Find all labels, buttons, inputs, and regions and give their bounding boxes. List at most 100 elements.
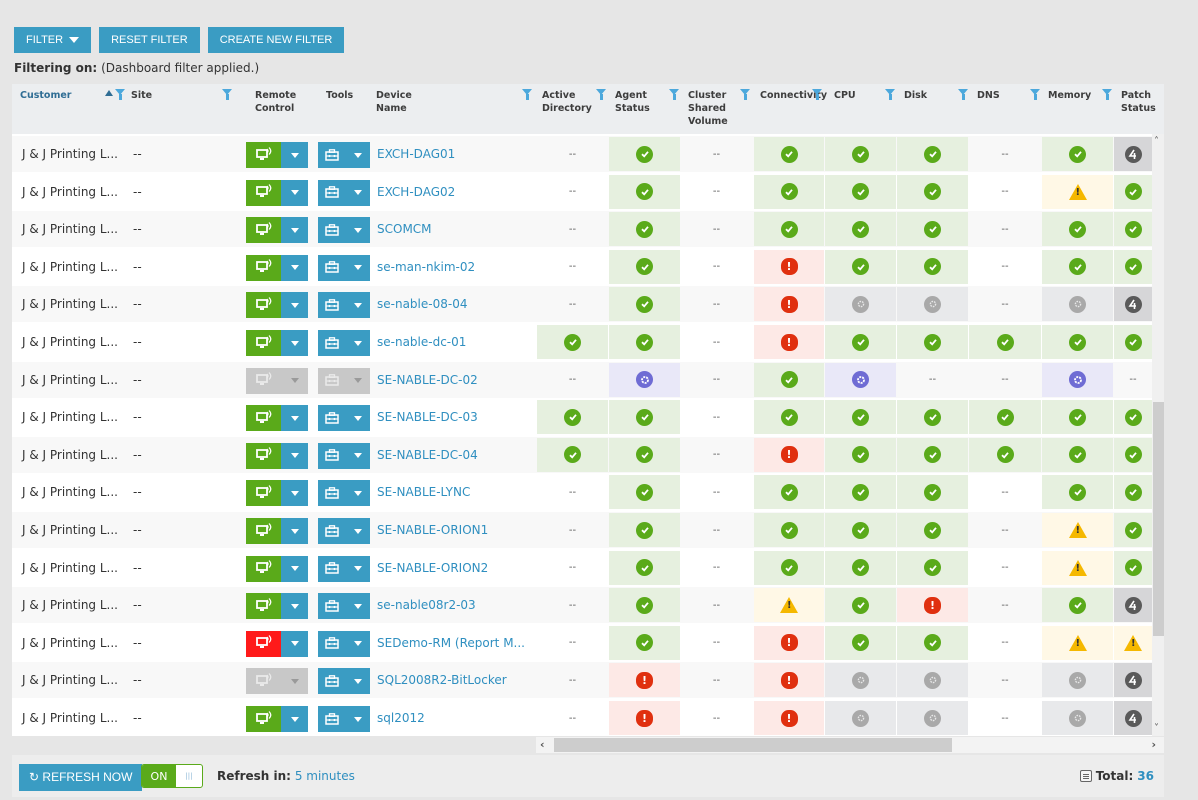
remote-control-button[interactable] bbox=[246, 593, 281, 620]
status-cell-patch-status[interactable] bbox=[1114, 174, 1152, 209]
status-cell-connectivity[interactable]: ! bbox=[754, 437, 824, 472]
create-new-filter-button[interactable]: CREATE NEW FILTER bbox=[207, 27, 345, 53]
status-cell-memory[interactable] bbox=[1042, 325, 1113, 359]
status-cell-disk[interactable]: -- bbox=[897, 363, 968, 397]
device-name-link[interactable]: se-nable-dc-01 bbox=[377, 335, 466, 349]
status-cell-dns[interactable]: -- bbox=[969, 363, 1041, 397]
remote-control-button[interactable] bbox=[246, 630, 281, 657]
status-cell-dns[interactable]: -- bbox=[969, 250, 1041, 284]
status-cell-cluster-shared-volume[interactable]: -- bbox=[681, 663, 752, 697]
status-cell-connectivity[interactable]: ! bbox=[754, 663, 824, 698]
device-name-link[interactable]: SE-NABLE-DC-03 bbox=[377, 410, 478, 424]
status-cell-agent-status[interactable] bbox=[609, 325, 680, 359]
status-cell-dns[interactable]: -- bbox=[969, 287, 1041, 321]
status-cell-memory[interactable] bbox=[1042, 588, 1113, 623]
tools-dropdown[interactable] bbox=[346, 706, 370, 732]
status-cell-disk[interactable] bbox=[897, 550, 968, 585]
device-name-link[interactable]: SE-NABLE-ORION2 bbox=[377, 561, 488, 575]
tools-dropdown[interactable] bbox=[346, 368, 370, 394]
status-cell-cpu[interactable] bbox=[825, 475, 896, 510]
status-cell-memory[interactable]: ! bbox=[1042, 174, 1113, 209]
status-cell-connectivity[interactable] bbox=[754, 362, 824, 397]
filter-funnel-icon[interactable] bbox=[1030, 89, 1040, 100]
status-cell-connectivity[interactable]: ! bbox=[754, 287, 824, 322]
column-header-disk[interactable]: Disk bbox=[904, 89, 966, 102]
tools-button[interactable] bbox=[318, 668, 346, 694]
device-name-link[interactable]: SEDemo-RM (Report M... bbox=[377, 636, 525, 650]
status-cell-active-directory[interactable]: -- bbox=[537, 250, 608, 284]
status-cell-connectivity[interactable] bbox=[754, 174, 824, 209]
filter-dropdown-button[interactable]: FILTER bbox=[14, 27, 92, 53]
column-header-memory[interactable]: Memory bbox=[1048, 89, 1110, 102]
tools-dropdown[interactable] bbox=[346, 593, 370, 619]
table-row[interactable]: J & J Printing L... -- EXCH-DAG01 -- -- -- bbox=[12, 136, 1152, 172]
table-row[interactable]: J & J Printing L... -- SE-NABLE-DC-02 -- -- -… bbox=[12, 361, 1152, 398]
status-cell-patch-status[interactable] bbox=[1114, 400, 1152, 435]
remote-control-button[interactable] bbox=[246, 330, 281, 356]
status-cell-dns[interactable]: -- bbox=[969, 588, 1041, 622]
column-header-active-directory[interactable]: Active Directory bbox=[542, 89, 604, 115]
table-row[interactable]: J & J Printing L... -- SE-NABLE-ORION1 -- --… bbox=[12, 512, 1152, 548]
status-cell-patch-status[interactable] bbox=[1114, 287, 1152, 322]
tools-button[interactable] bbox=[318, 292, 346, 318]
tools-dropdown[interactable] bbox=[346, 405, 370, 431]
device-name-link[interactable]: se-man-nkim-02 bbox=[377, 260, 475, 274]
filter-funnel-icon[interactable] bbox=[222, 89, 232, 100]
status-cell-cluster-shared-volume[interactable]: -- bbox=[681, 475, 752, 509]
refresh-now-button[interactable]: ↻ REFRESH NOW bbox=[19, 764, 143, 791]
device-name-link[interactable]: SE-NABLE-LYNC bbox=[377, 485, 470, 499]
status-cell-cluster-shared-volume[interactable]: -- bbox=[681, 175, 752, 209]
status-cell-disk[interactable] bbox=[897, 137, 968, 171]
status-cell-agent-status[interactable] bbox=[609, 287, 680, 322]
column-header-remote-control[interactable]: Remote Control bbox=[255, 89, 317, 115]
status-cell-disk[interactable] bbox=[897, 287, 968, 322]
filter-funnel-icon[interactable] bbox=[740, 89, 750, 100]
status-cell-connectivity[interactable]: ! bbox=[754, 588, 824, 623]
tools-button[interactable] bbox=[318, 480, 346, 506]
status-cell-connectivity[interactable] bbox=[754, 137, 824, 171]
status-cell-dns[interactable] bbox=[969, 325, 1041, 359]
status-cell-connectivity[interactable]: ! bbox=[754, 249, 824, 284]
table-row[interactable]: J & J Printing L... -- se-nable-dc-01 --! bbox=[12, 324, 1152, 360]
remote-control-button[interactable] bbox=[246, 254, 281, 281]
device-name-link[interactable]: EXCH-DAG01 bbox=[377, 147, 455, 161]
status-cell-active-directory[interactable]: -- bbox=[537, 551, 608, 585]
status-cell-active-directory[interactable]: -- bbox=[537, 626, 608, 660]
scroll-up-icon[interactable]: ˄ bbox=[1154, 136, 1159, 147]
tools-button[interactable] bbox=[318, 255, 346, 281]
status-cell-cluster-shared-volume[interactable]: -- bbox=[681, 363, 752, 397]
status-cell-memory[interactable] bbox=[1042, 287, 1113, 322]
status-cell-disk[interactable] bbox=[897, 625, 968, 660]
status-cell-disk[interactable] bbox=[897, 475, 968, 510]
remote-control-button[interactable] bbox=[246, 217, 281, 244]
remote-control-dropdown[interactable] bbox=[281, 555, 308, 582]
status-cell-agent-status[interactable] bbox=[609, 475, 680, 510]
status-cell-cpu[interactable] bbox=[825, 663, 896, 698]
tools-button[interactable] bbox=[318, 556, 346, 582]
status-cell-memory[interactable] bbox=[1042, 212, 1113, 247]
filter-funnel-icon[interactable] bbox=[115, 89, 125, 100]
status-cell-cpu[interactable] bbox=[825, 325, 896, 359]
status-cell-active-directory[interactable]: -- bbox=[537, 137, 608, 171]
vertical-scrollbar[interactable]: ˄ ˅ bbox=[1152, 134, 1164, 736]
status-cell-patch-status[interactable] bbox=[1114, 212, 1152, 247]
status-cell-memory[interactable] bbox=[1042, 362, 1113, 397]
status-cell-cluster-shared-volume[interactable]: -- bbox=[681, 626, 752, 660]
tools-dropdown[interactable] bbox=[346, 480, 370, 506]
remote-control-dropdown[interactable] bbox=[281, 405, 308, 432]
status-cell-active-directory[interactable]: -- bbox=[537, 363, 608, 397]
status-cell-agent-status[interactable] bbox=[609, 249, 680, 284]
tools-dropdown[interactable] bbox=[346, 180, 370, 206]
status-cell-active-directory[interactable] bbox=[537, 400, 608, 435]
status-cell-dns[interactable] bbox=[969, 437, 1041, 472]
status-cell-active-directory[interactable]: -- bbox=[537, 513, 608, 547]
status-cell-cluster-shared-volume[interactable]: -- bbox=[681, 400, 752, 434]
device-name-link[interactable]: SCOMCM bbox=[377, 222, 432, 236]
remote-control-dropdown[interactable] bbox=[281, 292, 308, 319]
tools-button[interactable] bbox=[318, 631, 346, 657]
table-row[interactable]: J & J Printing L... -- SE-NABLE-DC-04 --! bbox=[12, 436, 1152, 473]
status-cell-cluster-shared-volume[interactable]: -- bbox=[681, 212, 752, 246]
table-row[interactable]: J & J Printing L... -- EXCH-DAG02 -- -- --! bbox=[12, 173, 1152, 210]
device-name-link[interactable]: se-nable-08-04 bbox=[377, 297, 467, 311]
status-cell-cpu[interactable] bbox=[825, 137, 896, 171]
